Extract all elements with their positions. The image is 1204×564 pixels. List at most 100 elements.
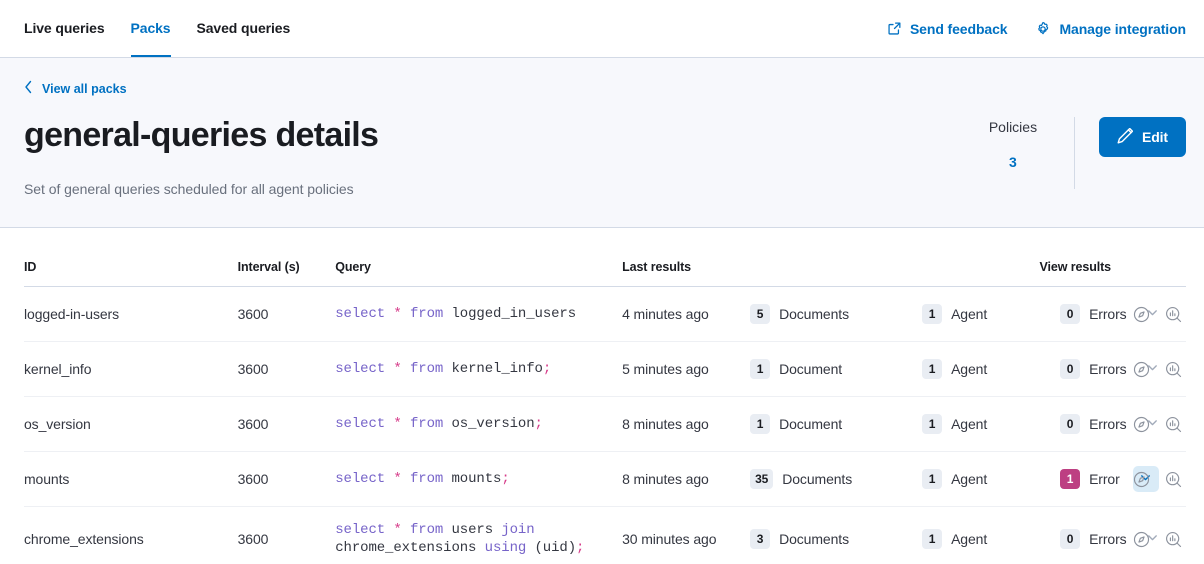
column-header-last-results: Last results — [622, 228, 1039, 287]
row-last-results-0: 4 minutes ago5Documents1Agent0Errors — [622, 287, 1039, 342]
tab-live-queries[interactable]: Live queries — [24, 0, 105, 57]
agents-label: Agent — [951, 361, 987, 377]
errors-label: Errors — [1089, 361, 1127, 377]
errors-count-badge: 1 — [1060, 469, 1080, 489]
edit-button[interactable]: Edit — [1099, 117, 1186, 157]
nav-tab-list: Live queries Packs Saved queries — [24, 0, 290, 57]
discover-compass-icon — [1133, 471, 1150, 488]
documents-count-badge: 1 — [750, 359, 770, 379]
row-interval-3: 3600 — [238, 452, 336, 507]
errors-count-badge: 0 — [1060, 304, 1080, 324]
policies-stat-value[interactable]: 3 — [978, 153, 1048, 171]
pack-queries-table-container: ID Interval (s) Query Last results View … — [0, 228, 1204, 564]
errors-label: Errors — [1089, 531, 1127, 547]
view-in-discover-button[interactable] — [1128, 526, 1154, 552]
discover-compass-icon — [1133, 416, 1150, 433]
lens-icon — [1165, 361, 1182, 378]
view-all-packs-link[interactable]: View all packs — [24, 80, 127, 97]
row-documents-0: 5 Documents — [750, 304, 922, 324]
row-last-results-2: 8 minutes ago1Document1Agent0Errors — [622, 397, 1039, 452]
documents-label: Document — [779, 416, 842, 432]
column-header-id: ID — [24, 228, 238, 287]
column-header-query: Query — [335, 228, 622, 287]
discover-compass-icon — [1133, 531, 1150, 548]
view-in-lens-button[interactable] — [1160, 526, 1186, 552]
documents-label: Document — [779, 361, 842, 377]
tab-saved-queries[interactable]: Saved queries — [197, 0, 291, 57]
agents-count-badge: 1 — [922, 304, 942, 324]
row-last-time-4: 30 minutes ago — [622, 531, 750, 547]
row-agents-0: 1 Agent — [922, 304, 1060, 324]
table-row: mounts3600select * from mounts;8 minutes… — [24, 452, 1186, 507]
row-last-results-1: 5 minutes ago1Document1Agent0Errors — [622, 342, 1039, 397]
view-in-lens-button[interactable] — [1160, 411, 1186, 437]
row-agents-1: 1 Agent — [922, 359, 1060, 379]
discover-compass-icon — [1133, 306, 1150, 323]
view-in-lens-button[interactable] — [1160, 466, 1186, 492]
table-row: logged-in-users3600select * from logged_… — [24, 287, 1186, 342]
row-last-time-1: 5 minutes ago — [622, 361, 750, 377]
view-in-lens-button[interactable] — [1160, 356, 1186, 382]
row-id-4: chrome_extensions — [24, 507, 238, 564]
errors-count-badge: 0 — [1060, 529, 1080, 549]
view-in-discover-button[interactable] — [1128, 466, 1154, 492]
tab-packs-label: Packs — [131, 20, 171, 36]
row-query-1: select * from kernel_info; — [335, 342, 622, 397]
chevron-left-icon — [24, 80, 33, 97]
column-header-view-results: View results — [1040, 228, 1187, 287]
manage-integration-label: Manage integration — [1059, 21, 1186, 37]
discover-compass-icon — [1133, 361, 1150, 378]
view-in-discover-button[interactable] — [1128, 301, 1154, 327]
documents-label: Documents — [779, 531, 849, 547]
row-last-results-3: 8 minutes ago35Documents1Agent1Error — [622, 452, 1039, 507]
column-header-interval: Interval (s) — [238, 228, 336, 287]
lens-icon — [1165, 416, 1182, 433]
documents-count-badge: 3 — [750, 529, 770, 549]
row-last-time-3: 8 minutes ago — [622, 471, 750, 487]
agents-label: Agent — [951, 306, 987, 322]
policies-stat-label: Policies — [978, 117, 1048, 137]
agents-label: Agent — [951, 471, 987, 487]
lens-icon — [1165, 306, 1182, 323]
view-in-lens-button[interactable] — [1160, 301, 1186, 327]
agents-count-badge: 1 — [922, 359, 942, 379]
gear-icon — [1035, 21, 1051, 37]
lens-icon — [1165, 471, 1182, 488]
row-agents-4: 1Agent — [922, 529, 1060, 549]
row-last-time-0: 4 minutes ago — [622, 306, 750, 322]
row-interval-1: 3600 — [238, 342, 336, 397]
row-last-results-4: 30 minutes ago3Documents1Agent0Errors — [622, 507, 1039, 564]
row-interval-2: 3600 — [238, 397, 336, 452]
row-last-time-2: 8 minutes ago — [622, 416, 750, 432]
table-row: kernel_info3600select * from kernel_info… — [24, 342, 1186, 397]
table-row: chrome_extensions3600select * from users… — [24, 507, 1186, 564]
page-subtitle: Set of general queries scheduled for all… — [24, 181, 978, 197]
row-id-3: mounts — [24, 452, 238, 507]
manage-integration-link[interactable]: Manage integration — [1035, 21, 1186, 37]
documents-count-badge: 35 — [750, 469, 773, 489]
agents-label: Agent — [951, 416, 987, 432]
tab-packs[interactable]: Packs — [131, 0, 171, 57]
policies-stat: Policies 3 — [978, 117, 1074, 171]
table-header: ID Interval (s) Query Last results View … — [24, 228, 1186, 287]
view-in-discover-button[interactable] — [1128, 356, 1154, 382]
top-navigation-bar: Live queries Packs Saved queries Send fe… — [0, 0, 1204, 58]
row-interval-4: 3600 — [238, 507, 336, 564]
pack-queries-table: ID Interval (s) Query Last results View … — [24, 228, 1186, 564]
send-feedback-link[interactable]: Send feedback — [887, 21, 1008, 37]
documents-label: Documents — [779, 306, 849, 322]
view-in-discover-button[interactable] — [1128, 411, 1154, 437]
view-all-packs-label: View all packs — [42, 82, 127, 96]
row-query-4: select * from users joinchrome_extension… — [335, 507, 622, 564]
row-agents-3: 1Agent — [922, 469, 1060, 489]
errors-label: Error — [1089, 471, 1120, 487]
row-documents-1: 1 Document — [750, 359, 922, 379]
documents-count-badge: 5 — [750, 304, 770, 324]
row-documents-2: 1 Document — [750, 414, 922, 434]
documents-label: Documents — [782, 471, 852, 487]
edit-button-label: Edit — [1142, 129, 1168, 145]
row-id-1: kernel_info — [24, 342, 238, 397]
nav-actions: Send feedback Manage integration — [887, 0, 1186, 57]
errors-count-badge: 0 — [1060, 359, 1080, 379]
documents-count-badge: 1 — [750, 414, 770, 434]
